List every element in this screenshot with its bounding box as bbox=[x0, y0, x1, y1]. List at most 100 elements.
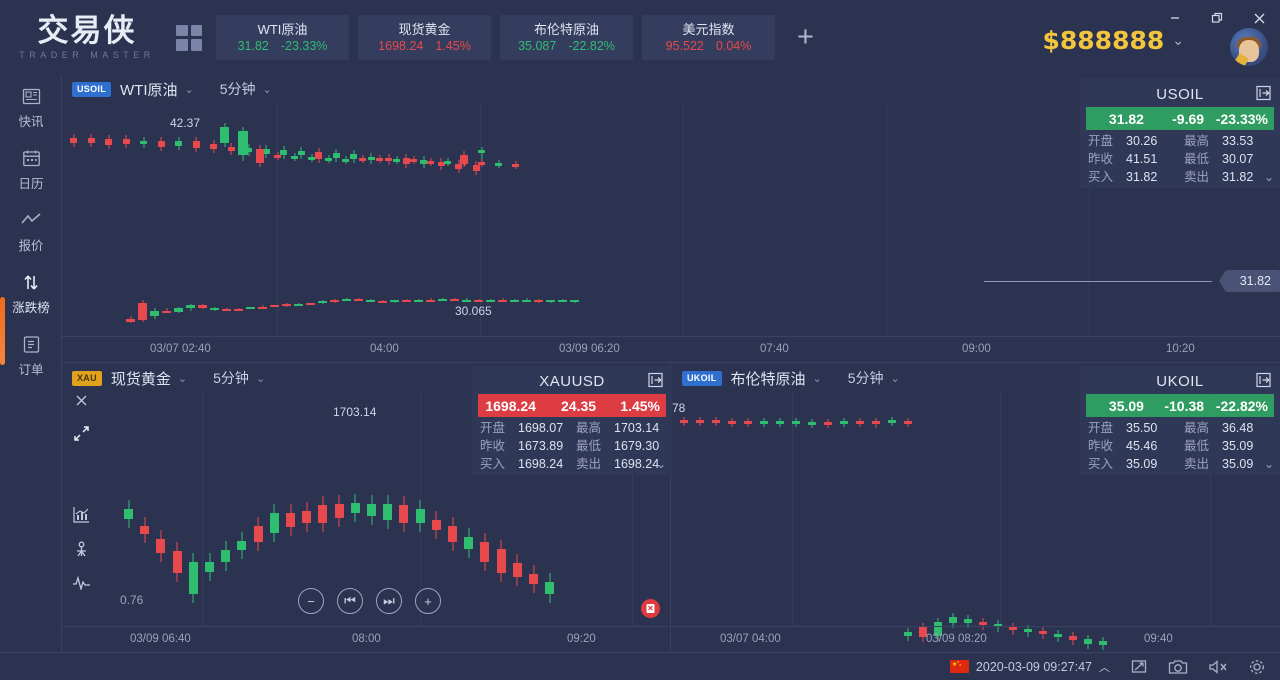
settings-gear-icon[interactable] bbox=[1248, 658, 1266, 676]
quote-change: 24.35 bbox=[561, 397, 597, 414]
quote-stat-row: 开盘 30.26 最高 33.53 bbox=[1088, 132, 1272, 150]
candle bbox=[342, 155, 349, 164]
period-selector-ukoil[interactable]: 5分钟 bbox=[848, 368, 884, 388]
chevron-down-icon[interactable]: ⌄ bbox=[656, 455, 666, 473]
chevron-down-icon[interactable]: ⌄ bbox=[1264, 455, 1274, 473]
chart-grid: USOIL WTI原油 ⌄ 5分钟 ⌄ 42.37 30.065 31.82 0… bbox=[62, 75, 1280, 680]
candle bbox=[888, 417, 896, 427]
symbol-name-xauusd[interactable]: 现货黄金 bbox=[111, 368, 171, 389]
quote-key: 开盘 bbox=[1088, 134, 1114, 148]
chevron-down-icon[interactable]: ⌄ bbox=[178, 372, 187, 385]
period-selector-xauusd[interactable]: 5分钟 bbox=[213, 368, 249, 388]
add-symbol-button[interactable]: + bbox=[797, 23, 814, 52]
close-button[interactable] bbox=[1238, 0, 1280, 36]
quote-panel-xauusd[interactable]: XAUUSD 1698.24 24.35 1.45% 开盘 1698.07 最高 17… bbox=[472, 366, 672, 475]
sidebar-item-订单[interactable]: 订单 bbox=[0, 323, 62, 385]
candle bbox=[198, 303, 207, 310]
detach-panel-icon[interactable] bbox=[1256, 85, 1272, 105]
ticker-price: 1698.24 bbox=[378, 39, 424, 53]
price-annotation-low: 30.065 bbox=[455, 304, 492, 318]
crosshair-expand-icon[interactable] bbox=[73, 425, 90, 442]
chevron-down-icon[interactable]: ⌄ bbox=[263, 83, 272, 96]
symbol-name-usoil[interactable]: WTI原油 bbox=[120, 79, 178, 100]
candle bbox=[220, 123, 229, 147]
candle bbox=[498, 298, 507, 302]
chevron-down-icon[interactable]: ⌄ bbox=[185, 83, 194, 96]
close-icon[interactable] bbox=[75, 394, 88, 407]
candle bbox=[140, 516, 150, 544]
candle bbox=[728, 417, 736, 427]
ticker-tab-0[interactable]: WTI原油 31.82 -23.33% bbox=[216, 15, 349, 60]
quote-panel-ukoil[interactable]: UKOIL 35.09 -10.38 -22.82% 开盘 35.50 最高 36.4… bbox=[1080, 366, 1280, 475]
chevron-down-icon[interactable]: ⌄ bbox=[891, 372, 900, 385]
candle bbox=[438, 298, 447, 302]
grid-line bbox=[683, 103, 684, 336]
zoom-in-icon[interactable]: + bbox=[415, 588, 441, 614]
candle bbox=[122, 135, 130, 148]
candle bbox=[376, 155, 383, 164]
detach-panel-icon[interactable] bbox=[648, 372, 664, 392]
ticker-tab-1[interactable]: 现货黄金 1698.24 1.45% bbox=[358, 15, 491, 60]
minimize-button[interactable] bbox=[1154, 0, 1196, 36]
sidebar-item-label: 报价 bbox=[18, 239, 44, 253]
step-forward-icon[interactable]: ⏭ bbox=[376, 588, 402, 614]
zoom-out-icon[interactable]: − bbox=[298, 588, 324, 614]
candle bbox=[808, 418, 816, 428]
quote-stat-row: 开盘 1698.07 最高 1703.14 bbox=[480, 419, 664, 437]
sidebar-item-报价[interactable]: 报价 bbox=[0, 199, 62, 261]
chevron-up-icon[interactable]: ︿ bbox=[1099, 659, 1110, 675]
quote-key: 买入 bbox=[480, 457, 506, 471]
chevron-down-icon[interactable]: ⌄ bbox=[1264, 168, 1274, 186]
candle bbox=[904, 417, 912, 427]
candle bbox=[192, 137, 200, 153]
ticker-tab-3[interactable]: 美元指数 95.522 0.04% bbox=[642, 15, 775, 60]
alert-indicator-icon[interactable] bbox=[641, 599, 660, 618]
sidebar-item-快讯[interactable]: 快讯 bbox=[0, 75, 62, 137]
candle bbox=[696, 416, 704, 426]
last-price-tag-usoil[interactable]: 31.82 bbox=[1218, 270, 1280, 292]
candle bbox=[420, 156, 427, 169]
candle bbox=[744, 418, 752, 427]
quote-value: 1673.89 bbox=[518, 439, 564, 453]
chevron-down-icon[interactable]: ⌄ bbox=[256, 372, 265, 385]
chevron-down-icon[interactable]: ⌄ bbox=[813, 372, 822, 385]
detach-panel-icon[interactable] bbox=[1256, 372, 1272, 392]
window-layout-icon[interactable] bbox=[1130, 658, 1148, 676]
camera-icon[interactable] bbox=[1168, 658, 1188, 675]
period-selector-usoil[interactable]: 5分钟 bbox=[220, 79, 256, 99]
quote-key: 最低 bbox=[576, 439, 602, 453]
candle bbox=[258, 305, 267, 309]
quote-value: 35.09 bbox=[1222, 439, 1254, 453]
measure-icon[interactable] bbox=[73, 541, 90, 558]
price-annotation-ukoil-top: 78 bbox=[672, 401, 686, 415]
candle bbox=[495, 160, 502, 169]
restore-button[interactable] bbox=[1196, 0, 1238, 36]
quote-title: XAUUSD bbox=[472, 369, 672, 393]
clock[interactable]: ★ ★ ★ 2020-03-09 09:27:47 ︿ bbox=[949, 659, 1110, 675]
quote-panel-usoil[interactable]: USOIL 31.82 -9.69 -23.33% 开盘 30.26 最高 33.53… bbox=[1080, 79, 1280, 188]
candle bbox=[359, 155, 366, 164]
layout-grid-icon[interactable] bbox=[176, 24, 202, 51]
indicator-chart-icon[interactable] bbox=[72, 506, 90, 523]
quote-stat-row: 买入 1698.24 卖出 1698.24 ⌄ bbox=[480, 455, 666, 473]
chart-header-ukoil: UKOIL 布伦特原油 ⌄ 5分钟 ⌄ bbox=[672, 364, 900, 392]
mute-icon[interactable] bbox=[1208, 659, 1228, 675]
quote-value: 35.50 bbox=[1126, 421, 1158, 435]
sidebar-item-涨跌榜[interactable]: 涨跌榜 bbox=[0, 261, 62, 323]
quote-percent: -23.33% bbox=[1215, 110, 1268, 127]
candle bbox=[410, 156, 417, 165]
oscillator-icon[interactable] bbox=[72, 576, 91, 590]
quote-value: 1703.14 bbox=[614, 421, 660, 435]
ticker-tab-2[interactable]: 布伦特原油 35.087 -22.82% bbox=[500, 15, 633, 60]
candle bbox=[306, 302, 315, 306]
candle bbox=[414, 299, 423, 302]
sidebar-item-日历[interactable]: 日历 bbox=[0, 137, 62, 199]
symbol-name-ukoil[interactable]: 布伦特原油 bbox=[731, 368, 806, 389]
symbol-badge-xau: XAU bbox=[72, 370, 102, 386]
axis-label: 03/07 04:00 bbox=[720, 633, 781, 645]
grid-cell bbox=[190, 24, 202, 36]
quote-key: 昨收 bbox=[1088, 439, 1114, 453]
step-back-icon[interactable]: ⏮ bbox=[337, 588, 363, 614]
candle bbox=[558, 299, 567, 303]
quote-value: 41.51 bbox=[1126, 152, 1158, 166]
